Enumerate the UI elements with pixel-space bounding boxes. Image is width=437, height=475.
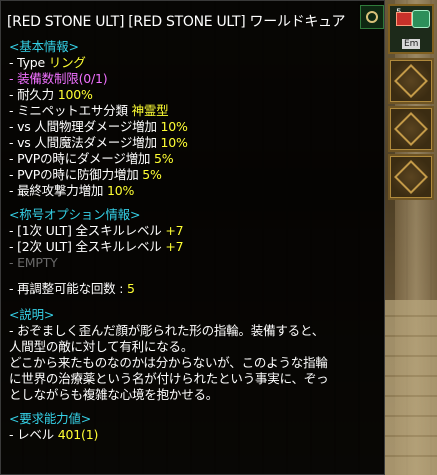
basic-info-header: <基本情報> (9, 39, 79, 54)
requirement-header: <要求能力値> (9, 411, 92, 426)
stat-value: 5% (142, 167, 162, 182)
requirement-row: - レベル 401(1) (9, 427, 98, 442)
gem-icon (412, 10, 430, 28)
minipet-row: - ミニペットエサ分類 神霊型 (9, 103, 169, 118)
stat-label: - PVPの時にダメージ増加 (9, 151, 154, 166)
option-label: - [2次 ULT] 全スキルレベル (9, 239, 166, 254)
requirement-value: 401(1) (57, 427, 99, 442)
durability-row: - 耐久力 100% (9, 87, 93, 102)
option-label: - [1次 ULT] 全スキルレベル (9, 223, 166, 238)
diamond-slot-icon (394, 160, 428, 194)
description-line: に世界の治療薬という名が付けられたという事実に、ぞっ (9, 371, 329, 386)
option-row: - [2次 ULT] 全スキルレベル +7 (9, 239, 184, 254)
readjust-value: 5 (127, 281, 135, 296)
stat-row: - 最終攻撃力増加 10% (9, 183, 134, 198)
stat-value: 10% (106, 183, 135, 198)
requirement-label: - レベル (9, 427, 58, 442)
stat-row: - vs 人間魔法ダメージ増加 10% (9, 135, 188, 150)
diamond-slot-icon (394, 112, 428, 146)
stat-label: - PVPの時に防御力増加 (9, 167, 143, 182)
description-line: - おぞましく歪んだ顔が彫られた形の指輪。装備すると、 (9, 323, 325, 338)
title-option-header: <称号オプション情報> (9, 207, 141, 222)
minipet-value: 神霊型 (131, 103, 169, 118)
stat-value: 10% (160, 135, 188, 150)
option-empty: - EMPTY (9, 255, 58, 270)
type-label: - Type (9, 55, 49, 70)
equipment-slot-top[interactable]: 5 Em (388, 4, 434, 54)
equip-limit: - 装備数制限(0/1) (9, 71, 108, 86)
stat-label: - vs 人間魔法ダメージ増加 (9, 135, 161, 150)
description-line: としながらも複雑な心境を抱かせる。 (9, 387, 219, 402)
gem-icon (396, 12, 412, 26)
description-line: どこから来たものなのかは分からないが、このような指輪 (9, 355, 328, 370)
durability-value: 100% (57, 87, 93, 102)
description-header: <説明> (9, 307, 55, 322)
item-icon-box (360, 5, 384, 29)
stat-row: - PVPの時に防御力増加 5% (9, 167, 162, 182)
type-row: - Type リング (9, 55, 86, 70)
stat-label: - vs 人間物理ダメージ増加 (9, 119, 161, 134)
durability-label: - 耐久力 (9, 87, 58, 102)
stat-label: - 最終攻撃力増加 (9, 183, 107, 198)
item-title: [RED STONE ULT] [RED STONE ULT] ワールドキュア (7, 14, 346, 30)
background-floor (385, 300, 437, 475)
ring-icon (366, 11, 378, 23)
readjust-label: - 再調整可能な回数 : (9, 281, 128, 296)
inventory-slot[interactable] (388, 58, 434, 104)
option-value: +7 (165, 223, 184, 238)
minipet-label: - ミニペットエサ分類 (9, 103, 132, 118)
stat-row: - PVPの時にダメージ増加 5% (9, 151, 174, 166)
stat-value: 5% (153, 151, 174, 166)
option-row: - [1次 ULT] 全スキルレベル +7 (9, 223, 184, 238)
item-tooltip: [RED STONE ULT] [RED STONE ULT] ワールドキュア … (0, 0, 385, 475)
diamond-slot-icon (394, 64, 428, 98)
inventory-slot[interactable] (388, 154, 434, 200)
readjust-row: - 再調整可能な回数 : 5 (9, 281, 135, 296)
inventory-slot[interactable] (388, 106, 434, 152)
slot-tag: Em (402, 39, 421, 49)
description-line: 人間型の敵に対して有利になる。 (9, 339, 194, 354)
stat-value: 10% (160, 119, 188, 134)
stat-row: - vs 人間物理ダメージ増加 10% (9, 119, 188, 134)
type-value: リング (48, 55, 86, 70)
option-value: +7 (165, 239, 184, 254)
